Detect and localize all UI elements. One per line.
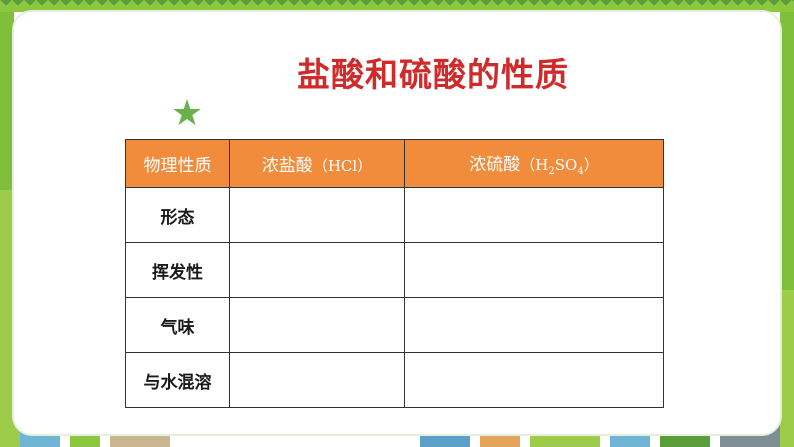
header-h2so4: 浓硫酸（H2SO4） [404, 139, 664, 188]
page-title: 盐酸和硫酸的性质 [297, 55, 569, 94]
cell-h2so4-odor[interactable] [404, 297, 664, 353]
row-label-volatility: 挥发性 [125, 242, 230, 298]
header-hcl: 浓盐酸（HCl） [229, 139, 405, 188]
table-row: 气味 [125, 297, 664, 353]
cell-hcl-volatility[interactable] [229, 242, 405, 298]
row-label-form: 形态 [125, 187, 230, 243]
header-h2so4-name: 浓硫酸 [469, 155, 521, 175]
header-hcl-name: 浓盐酸 [261, 156, 313, 176]
properties-table: 物理性质 浓盐酸（HCl） 浓硫酸（H2SO4） 形态 挥发性 气味 与水混溶 [125, 139, 664, 408]
table-row: 与水混溶 [125, 352, 664, 408]
cell-hcl-odor[interactable] [229, 297, 405, 353]
table-row: 形态 [125, 187, 664, 243]
header-physical-property: 物理性质 [125, 139, 230, 188]
cell-hcl-form[interactable] [229, 187, 405, 243]
row-label-odor: 气味 [125, 297, 230, 353]
row-label-miscibility: 与水混溶 [125, 352, 230, 408]
cell-h2so4-form[interactable] [404, 187, 664, 243]
header-hcl-formula: （HCl） [312, 157, 373, 175]
cell-h2so4-miscibility[interactable] [404, 352, 664, 408]
cell-hcl-miscibility[interactable] [229, 352, 405, 408]
decorative-top-border [0, 0, 794, 12]
star-icon: ★ [170, 93, 204, 134]
table-row: 挥发性 [125, 242, 664, 298]
table-header-row: 物理性质 浓盐酸（HCl） 浓硫酸（H2SO4） [125, 139, 664, 188]
header-h2so4-formula: （H2SO4） [520, 156, 599, 177]
cell-h2so4-volatility[interactable] [404, 242, 664, 298]
